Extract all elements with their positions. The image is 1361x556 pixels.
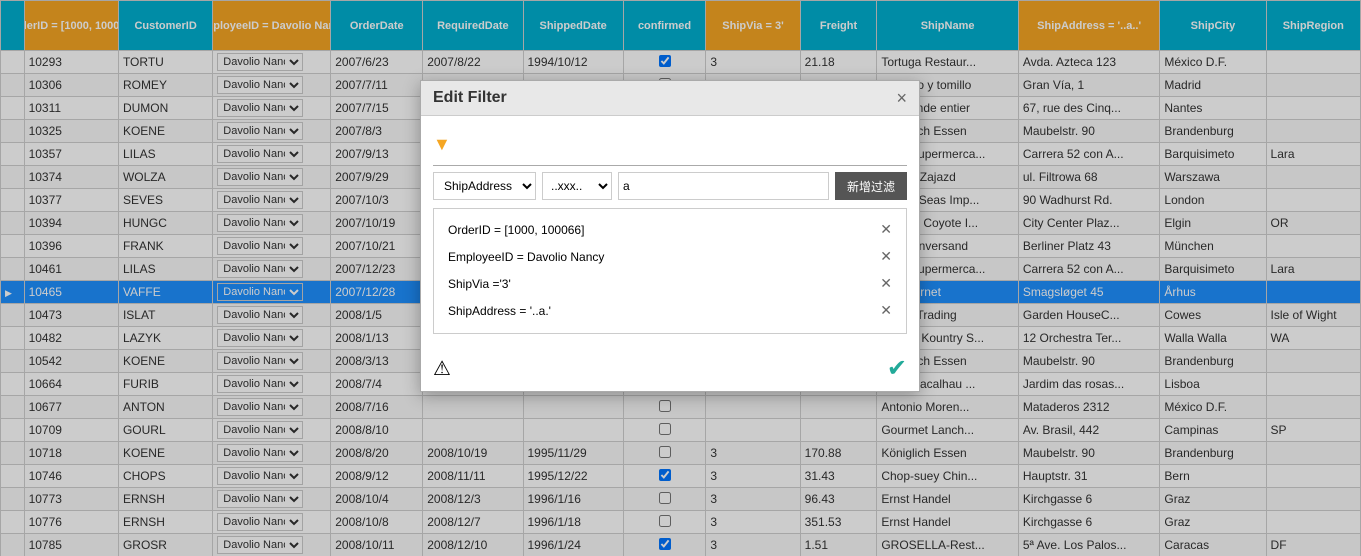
filter-field-select[interactable]: ShipAddress <box>433 172 536 200</box>
filter-input-row: ShipAddress ..xxx.. 新增过滤 <box>433 172 907 200</box>
filter-item-4: ShipAddress = '..a.' ✕ <box>442 298 898 323</box>
filter-value-input[interactable] <box>618 172 829 200</box>
filter-item-1-text: OrderID = [1000, 100066] <box>448 223 880 237</box>
filter-item-2: EmployeeID = Davolio Nancy ✕ <box>442 244 898 269</box>
separator <box>433 165 907 166</box>
filter-operator-select[interactable]: ..xxx.. <box>542 172 612 200</box>
footer-warning-icon: ⚠ <box>433 356 451 381</box>
filter-item-3-remove[interactable]: ✕ <box>880 275 892 292</box>
add-filter-button[interactable]: 新增过滤 <box>835 172 907 200</box>
edit-filter-modal: Edit Filter × ▼ ShipAddress ..xxx.. 新增过滤 <box>420 80 920 392</box>
modal-body: ▼ ShipAddress ..xxx.. 新增过滤 OrderID = [10… <box>421 116 919 346</box>
filter-item-3-text: ShipVia ='3' <box>448 277 880 291</box>
filter-item-3: ShipVia ='3' ✕ <box>442 271 898 296</box>
filter-item-2-text: EmployeeID = Davolio Nancy <box>448 250 880 264</box>
filter-item-1: OrderID = [1000, 100066] ✕ <box>442 217 898 242</box>
filter-list: OrderID = [1000, 100066] ✕ EmployeeID = … <box>433 208 907 334</box>
modal-overlay[interactable]: Edit Filter × ▼ ShipAddress ..xxx.. 新增过滤 <box>0 0 1361 556</box>
modal-title: Edit Filter <box>433 89 507 107</box>
footer-ok-icon: ✔ <box>887 354 907 383</box>
modal-header: Edit Filter × <box>421 81 919 116</box>
filter-item-1-remove[interactable]: ✕ <box>880 221 892 238</box>
filter-item-2-remove[interactable]: ✕ <box>880 248 892 265</box>
main-container: OrderID = [1000, 100066] CustomerID Empl… <box>0 0 1361 556</box>
modal-footer: ⚠ ✔ <box>421 346 919 391</box>
filter-item-4-text: ShipAddress = '..a.' <box>448 304 880 318</box>
filter-item-4-remove[interactable]: ✕ <box>880 302 892 319</box>
filter-icon: ▼ <box>433 134 907 155</box>
modal-close-button[interactable]: × <box>896 89 907 107</box>
funnel-icon: ▼ <box>433 134 451 154</box>
